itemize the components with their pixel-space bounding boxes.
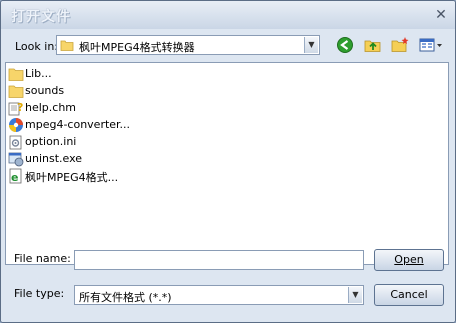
- help-file-icon: ?: [8, 101, 23, 116]
- file-name: 枫叶MPEG4格式...: [25, 171, 119, 184]
- open-file-dialog: 打开文件 ✕ Look in: 枫叶MPEG4格式转换器 ▼ Lib... so…: [0, 0, 456, 323]
- file-name-label: File name:: [14, 252, 71, 265]
- folder-icon: [8, 68, 24, 81]
- chevron-down-icon[interactable]: ▼: [348, 287, 362, 303]
- look-in-value: 枫叶MPEG4格式转换器: [79, 41, 195, 54]
- view-menu-icon[interactable]: [418, 36, 444, 54]
- back-icon[interactable]: [335, 36, 355, 54]
- config-file-icon: [9, 135, 22, 150]
- file-type-label: File type:: [14, 287, 65, 300]
- new-folder-icon[interactable]: [390, 36, 410, 54]
- html-file-icon: e: [9, 168, 22, 184]
- dialog-body: Look in: 枫叶MPEG4格式转换器 ▼ Lib... sounds ? …: [1, 29, 455, 322]
- file-name: Lib...: [25, 67, 52, 80]
- file-name-input[interactable]: [74, 250, 364, 270]
- look-in-label: Look in:: [15, 40, 58, 53]
- open-button[interactable]: Open: [374, 249, 444, 271]
- app-icon: [9, 118, 23, 132]
- file-name: help.chm: [25, 101, 77, 114]
- cancel-button[interactable]: Cancel: [374, 284, 444, 306]
- file-name: mpeg4-converter...: [25, 118, 131, 131]
- chevron-down-icon[interactable]: ▼: [304, 37, 318, 53]
- svg-text:e: e: [11, 171, 18, 184]
- folder-icon: [8, 85, 24, 98]
- window-title: 打开文件: [11, 9, 71, 25]
- file-type-dropdown[interactable]: 所有文件格式 (*.*) ▼: [74, 285, 364, 305]
- file-list[interactable]: Lib... sounds ? help.chm mpeg4-converter…: [5, 62, 449, 265]
- file-name: option.ini: [25, 135, 77, 148]
- file-name: uninst.exe: [25, 152, 83, 165]
- up-folder-icon[interactable]: [363, 36, 383, 54]
- close-button[interactable]: ✕: [433, 7, 449, 23]
- folder-icon: [60, 40, 74, 51]
- look-in-dropdown[interactable]: 枫叶MPEG4格式转换器 ▼: [56, 35, 320, 55]
- file-type-value: 所有文件格式 (*.*): [79, 291, 172, 304]
- title-bar[interactable]: 打开文件 ✕: [1, 1, 455, 29]
- svg-text:?: ?: [17, 101, 23, 114]
- uninstaller-icon: [8, 152, 24, 167]
- file-name: sounds: [25, 84, 65, 97]
